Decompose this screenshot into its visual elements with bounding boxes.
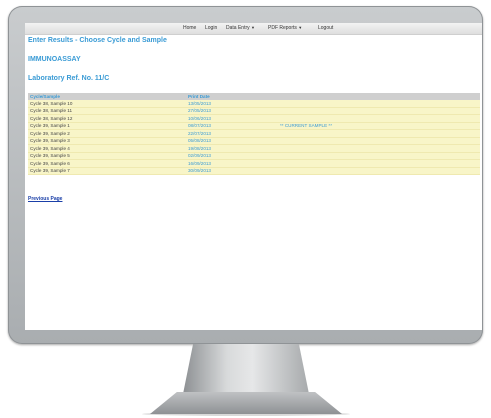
table-row[interactable]: Cycle 39, Sample 1 08/07/2013 ** CURRENT… — [28, 122, 480, 130]
note-cell — [278, 144, 480, 153]
note-cell — [278, 129, 480, 138]
note-cell — [278, 159, 480, 168]
section-title: IMMUNOASSAY — [28, 56, 81, 63]
current-sample-note: ** CURRENT SAMPLE ** — [278, 122, 480, 130]
table-row[interactable]: Cycle 39, Sample 4 19/08/2013 — [28, 144, 480, 153]
note-cell — [278, 114, 480, 123]
sample-cell[interactable]: Cycle 39, Sample 6 — [28, 159, 186, 168]
menu-data-entry[interactable]: Data Entry ▼ — [226, 25, 255, 31]
table-header-row: Cycle/Sample Print Date — [28, 93, 480, 100]
date-cell: 13/05/2013 — [186, 100, 278, 108]
date-cell: 27/05/2013 — [186, 107, 278, 115]
page-title: Enter Results - Choose Cycle and Sample — [28, 37, 167, 44]
table-row[interactable]: Cycle 38, Sample 10 13/05/2013 — [28, 100, 480, 108]
table-row[interactable]: Cycle 39, Sample 6 16/09/2013 — [28, 159, 480, 168]
table-row[interactable]: Cycle 38, Sample 12 10/06/2013 — [28, 114, 480, 123]
chevron-down-icon: ▼ — [298, 25, 303, 30]
sample-cell[interactable]: Cycle 38, Sample 11 — [28, 107, 186, 115]
menu-home[interactable]: Home — [183, 25, 196, 31]
note-cell — [278, 100, 480, 108]
col-header-status — [278, 93, 480, 100]
sample-cell[interactable]: Cycle 39, Sample 3 — [28, 137, 186, 145]
col-header-print-date: Print Date — [186, 93, 278, 100]
note-cell — [278, 167, 480, 175]
date-cell: 02/09/2013 — [186, 152, 278, 160]
table-row[interactable]: Cycle 39, Sample 5 02/09/2013 — [28, 152, 480, 160]
date-cell: 30/09/2013 — [186, 167, 278, 175]
chevron-down-icon: ▼ — [251, 25, 255, 30]
table-row[interactable]: Cycle 39, Sample 2 22/07/2013 — [28, 129, 480, 138]
menu-data-entry-label: Data Entry — [226, 25, 250, 31]
date-cell: 16/09/2013 — [186, 159, 278, 168]
menu-pdf-reports[interactable]: PDF Reports ▼ — [268, 25, 302, 31]
col-header-cycle-sample: Cycle/Sample — [28, 93, 186, 100]
menu-login[interactable]: Login — [205, 25, 217, 31]
monitor-stand-base — [150, 392, 342, 414]
samples-table: Cycle/Sample Print Date Cycle 38, Sample… — [28, 93, 480, 175]
table-row[interactable]: Cycle 39, Sample 7 30/09/2013 — [28, 167, 480, 175]
date-cell: 19/08/2013 — [186, 144, 278, 153]
sample-cell[interactable]: Cycle 39, Sample 1 — [28, 122, 186, 130]
sample-cell[interactable]: Cycle 38, Sample 12 — [28, 114, 186, 123]
monitor-frame: Home Login Data Entry ▼ PDF Reports ▼ Lo… — [8, 6, 483, 344]
table-row[interactable]: Cycle 38, Sample 11 27/05/2013 — [28, 107, 480, 115]
lab-ref-title: Laboratory Ref. No. 11/C — [28, 75, 110, 82]
sample-cell[interactable]: Cycle 39, Sample 4 — [28, 144, 186, 153]
sample-cell[interactable]: Cycle 39, Sample 7 — [28, 167, 186, 175]
date-cell: 08/07/2013 — [186, 122, 278, 130]
date-cell: 05/08/2013 — [186, 137, 278, 145]
note-cell — [278, 107, 480, 115]
table-row[interactable]: Cycle 39, Sample 3 05/08/2013 — [28, 137, 480, 145]
monitor-stand-neck — [183, 344, 309, 394]
sample-cell[interactable]: Cycle 39, Sample 2 — [28, 129, 186, 138]
note-cell — [278, 152, 480, 160]
top-menu-bar: Home Login Data Entry ▼ PDF Reports ▼ Lo… — [25, 23, 482, 35]
sample-cell[interactable]: Cycle 39, Sample 5 — [28, 152, 186, 160]
menu-pdf-reports-label: PDF Reports — [268, 25, 297, 31]
date-cell: 22/07/2013 — [186, 129, 278, 138]
previous-page-link[interactable]: Previous Page — [28, 196, 62, 202]
note-cell — [278, 137, 480, 145]
screen: Home Login Data Entry ▼ PDF Reports ▼ Lo… — [25, 23, 482, 330]
menu-logout[interactable]: Logout — [318, 25, 333, 31]
sample-cell[interactable]: Cycle 38, Sample 10 — [28, 100, 186, 108]
date-cell: 10/06/2013 — [186, 114, 278, 123]
